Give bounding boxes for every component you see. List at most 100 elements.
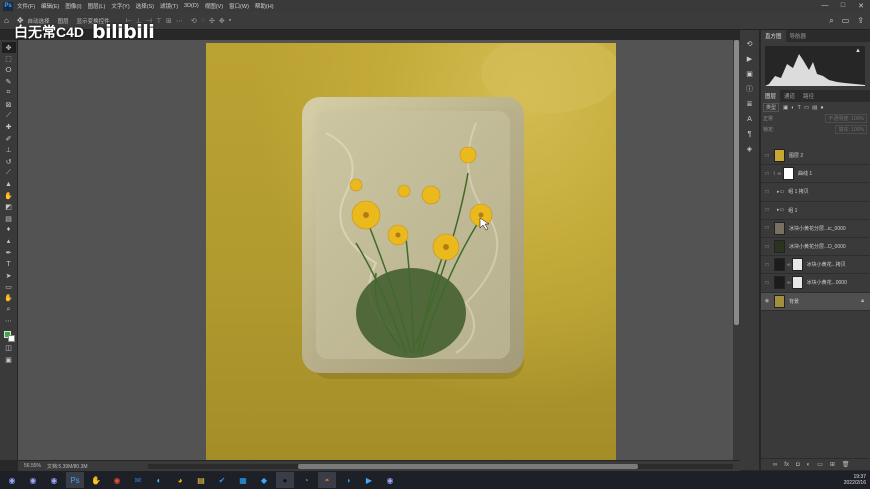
filter-type-icon[interactable]: T [798, 105, 801, 111]
lasso-tool-icon[interactable]: ⵔ [2, 65, 16, 76]
background-color[interactable] [7, 334, 15, 342]
taskbar-app-icon[interactable]: ◕ [171, 472, 189, 488]
screen-mode-icon[interactable]: ▣ [2, 354, 16, 365]
menu-filter[interactable]: 滤镜(T) [160, 2, 178, 10]
link-layers-icon[interactable]: ∞ [773, 462, 777, 468]
layer-row[interactable]: □ ▸▭ 组 1 [761, 202, 870, 220]
canvas-area[interactable] [18, 40, 733, 463]
document-canvas[interactable] [206, 43, 616, 463]
stamp-icon[interactable]: ▲ [2, 179, 16, 190]
visibility-toggle[interactable]: □ [763, 171, 771, 177]
share-icon[interactable]: ⇪ [857, 16, 864, 26]
path-select-icon[interactable]: ➤ [2, 270, 16, 281]
cache-warning-icon[interactable]: ▲ [855, 48, 861, 54]
blend-mode-dropdown[interactable]: 正常 [763, 115, 773, 122]
fx-icon[interactable]: fx [784, 462, 789, 468]
new-group-icon[interactable]: ▭ [817, 461, 823, 468]
taskbar-app-icon[interactable]: Ps [66, 472, 84, 488]
character-icon[interactable]: A [744, 113, 756, 125]
gradient-tool-icon[interactable]: ▤ [2, 213, 16, 224]
brush-tool-icon[interactable]: ✐ [2, 133, 16, 144]
menu-window[interactable]: 窗口(W) [229, 2, 249, 10]
taskbar-app-icon[interactable]: ◓ [318, 472, 336, 488]
image-icon[interactable]: ▣ [744, 68, 756, 80]
3d-scale-icon[interactable]: ▪ [229, 17, 231, 25]
taskbar-app-icon[interactable]: ◉ [24, 472, 42, 488]
crop-tool-icon[interactable]: ⌗ [2, 88, 16, 99]
maximize-button[interactable]: □ [834, 2, 852, 10]
visibility-toggle[interactable]: □ [763, 280, 771, 286]
minimize-button[interactable]: — [816, 2, 834, 10]
tab-navigator[interactable]: 导航器 [786, 30, 811, 42]
pen-tool-icon[interactable]: ✒ [2, 247, 16, 258]
taskbar-app-icon[interactable]: ◉ [108, 472, 126, 488]
properties-icon[interactable]: ≣ [744, 98, 756, 110]
filter-adjust-icon[interactable]: ◐ [791, 105, 794, 111]
taskbar-app-icon[interactable]: ● [276, 472, 294, 488]
layer-row[interactable]: □ 冰块小黄花分层...D_0000 [761, 238, 870, 257]
more-tools-icon[interactable]: ⋯ [2, 315, 16, 326]
taskbar-app-icon[interactable]: ◔ [297, 472, 315, 488]
layer-row[interactable]: □ ∞ 冰块小黄花...0000 [761, 274, 870, 293]
taskbar-app-icon[interactable]: ◉ [45, 472, 63, 488]
visibility-toggle[interactable]: □ [763, 262, 771, 268]
visibility-toggle[interactable]: □ [763, 189, 771, 195]
menu-edit[interactable]: 编辑(E) [41, 2, 59, 10]
horizontal-scrollbar[interactable] [148, 464, 733, 469]
tab-paths[interactable]: 路径 [799, 90, 818, 102]
delete-layer-icon[interactable]: 🗑︎ [842, 461, 850, 468]
brush-stroke-icon[interactable]: ⟋ [2, 167, 16, 178]
align-middle-icon[interactable]: ⊞ [166, 17, 172, 25]
menu-help[interactable]: 帮助(H) [255, 2, 274, 10]
paragraph-icon[interactable]: ¶ [744, 128, 756, 140]
clone-stamp-icon[interactable]: ⊥ [2, 145, 16, 156]
3d-slide-icon[interactable]: ✥ [219, 17, 225, 25]
search-icon[interactable]: ⌕ [829, 16, 833, 26]
quick-select-tool-icon[interactable]: ✎ [2, 76, 16, 87]
opacity-field[interactable]: 不透明度: 100% [825, 114, 867, 123]
distribute-icon[interactable]: ⋯ [176, 17, 183, 25]
document-info[interactable]: 文档:5.39M/80.3M [47, 463, 88, 470]
menu-view[interactable]: 视图(V) [205, 2, 223, 10]
menu-type[interactable]: 文字(Y) [111, 2, 129, 10]
marquee-tool-icon[interactable]: ⬚ [2, 53, 16, 64]
info-icon[interactable]: ⓘ [744, 83, 756, 95]
history-brush-icon[interactable]: ↺ [2, 156, 16, 167]
3d-pan-icon[interactable]: ✣ [209, 17, 215, 25]
align-top-icon[interactable]: ⊤ [156, 17, 162, 25]
quick-mask-icon[interactable]: ◫ [2, 343, 16, 354]
visibility-toggle[interactable]: □ [763, 153, 771, 159]
eye-icon[interactable]: ◉ [763, 298, 771, 304]
add-mask-icon[interactable]: ◘ [796, 462, 800, 468]
taskbar-app-icon[interactable]: ◆ [255, 472, 273, 488]
eraser-tool-icon[interactable]: ◩ [2, 201, 16, 212]
menu-image[interactable]: 图像(I) [65, 2, 81, 10]
layer-row[interactable]: □ ⌇ ∞ 曲线 1 [761, 165, 870, 184]
menu-file[interactable]: 文件(F) [17, 2, 35, 10]
3d-rotate-icon[interactable]: ⟲ [191, 17, 197, 25]
dodge-tool-icon[interactable]: ▴ [2, 236, 16, 247]
layer-row[interactable]: □ ∞ 冰块小黄花...拷贝 [761, 256, 870, 275]
taskbar-app-icon[interactable]: ◑ [339, 472, 357, 488]
fill-field[interactable]: 填充: 100% [835, 125, 867, 134]
shape-tool-icon[interactable]: ▭ [2, 281, 16, 292]
healing-brush-icon[interactable]: ✚ [2, 122, 16, 133]
type-tool-icon[interactable]: T [2, 258, 16, 269]
taskbar-app-icon[interactable]: ◉ [381, 472, 399, 488]
layer-row[interactable]: □ 图层 2 [761, 147, 870, 166]
taskbar-app-icon[interactable]: ▶ [360, 472, 378, 488]
visibility-toggle[interactable]: □ [763, 207, 771, 213]
filter-smart-icon[interactable]: ▤ [812, 105, 817, 111]
3d-icon[interactable]: ◈ [744, 143, 756, 155]
filter-shape-icon[interactable]: ▭ [804, 105, 809, 111]
taskbar-app-icon[interactable]: ✉ [129, 472, 147, 488]
menu-layer[interactable]: 图层(L) [88, 2, 106, 10]
eyedropper-tool-icon[interactable]: ⟋ [2, 110, 16, 121]
layer-kind-filter[interactable]: 类型 [763, 103, 780, 112]
tab-histogram[interactable]: 直方图 [761, 30, 786, 42]
folder-icon[interactable]: ▸▭ [777, 189, 784, 195]
taskbar-app-icon[interactable]: ▦ [234, 472, 252, 488]
vertical-scroll-thumb[interactable] [734, 40, 739, 325]
blur-tool-icon[interactable]: ♦ [2, 224, 16, 235]
taskbar-app-icon[interactable]: ✔ [213, 472, 231, 488]
